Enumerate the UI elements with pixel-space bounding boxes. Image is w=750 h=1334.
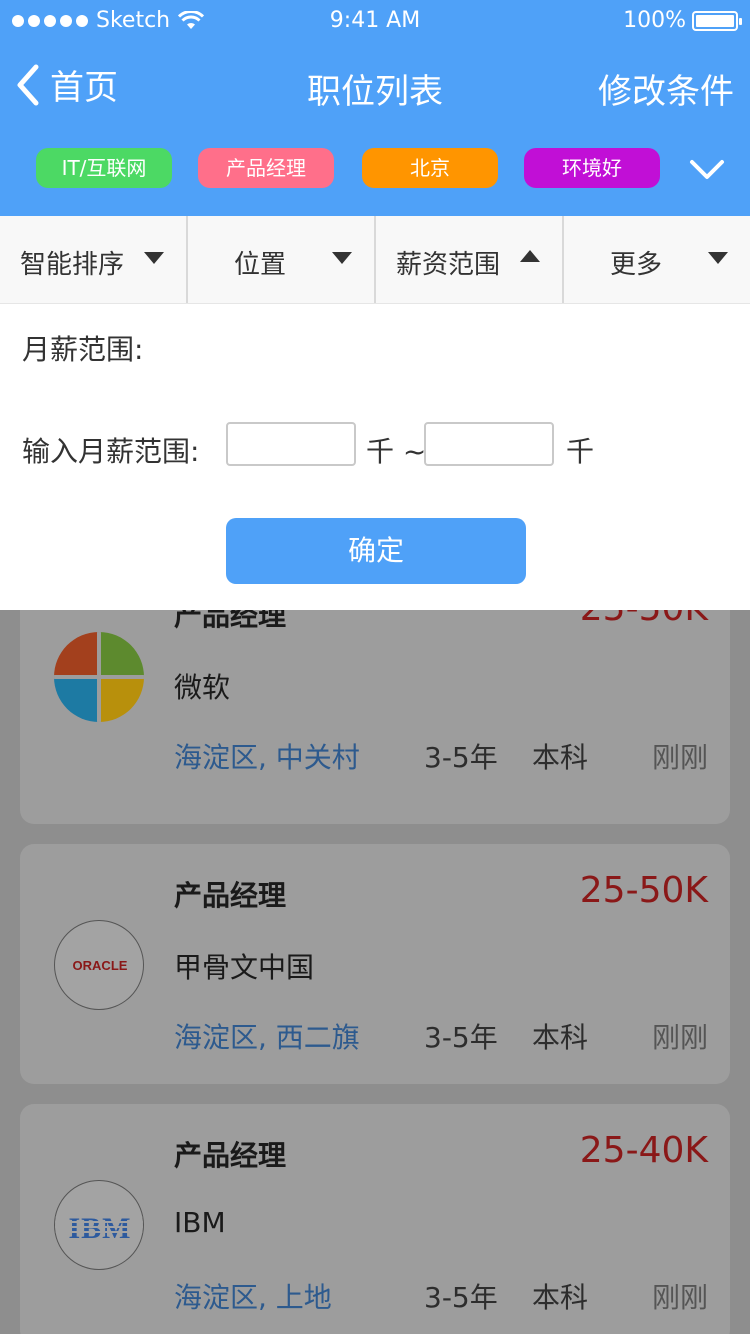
- job-card[interactable]: ORACLE 产品经理 25-50K 甲骨文中国 海淀区, 西二旗 3-5年 本…: [20, 844, 730, 1084]
- company-name: IBM: [174, 1206, 226, 1239]
- filter-label: 位置: [234, 250, 287, 280]
- job-salary: 25-50K: [580, 610, 708, 629]
- triangle-down-icon: [144, 252, 164, 264]
- tag-beijing[interactable]: 北京: [362, 148, 498, 188]
- salary-max-input[interactable]: [424, 422, 554, 466]
- job-salary: 25-50K: [579, 870, 708, 911]
- svg-text:ORACLE: ORACLE: [73, 958, 128, 973]
- status-bar: Sketch 9:41 AM 100%: [0, 0, 750, 44]
- filter-label: 薪资范围: [396, 250, 501, 280]
- triangle-up-icon: [520, 250, 540, 262]
- job-experience: 3-5年: [424, 741, 498, 774]
- job-education: 本科: [532, 1281, 589, 1314]
- ibm-logo: IBM: [54, 1180, 144, 1270]
- battery-icon: [692, 10, 742, 31]
- tag-list: IT/互联网 产品经理 北京 环境好: [0, 148, 750, 188]
- filter-label: 智能排序: [20, 250, 125, 280]
- job-experience: 3-5年: [424, 1281, 498, 1314]
- filter-smart-sort[interactable]: 智能排序: [0, 216, 188, 303]
- job-card[interactable]: 产品经理 25-50K 微软 海淀区, 中关村 3-5年 本科 刚刚: [20, 610, 730, 824]
- triangle-down-icon: [708, 252, 728, 264]
- job-list: 产品经理 25-50K 微软 海淀区, 中关村 3-5年 本科 刚刚 ORACL…: [0, 610, 750, 1334]
- filter-location[interactable]: 位置: [188, 216, 376, 303]
- filter-bar: 智能排序 位置 薪资范围 更多: [0, 216, 750, 304]
- filter-salary-range[interactable]: 薪资范围: [376, 216, 564, 303]
- tag-it-internet[interactable]: IT/互联网: [36, 148, 172, 188]
- filter-label: 更多: [610, 250, 663, 280]
- battery-info: 100%: [623, 8, 742, 33]
- company-name: 甲骨文中国: [174, 951, 315, 984]
- tag-product-manager[interactable]: 产品经理: [198, 148, 334, 188]
- job-education: 本科: [532, 1021, 589, 1054]
- job-education: 本科: [532, 741, 589, 774]
- job-posted-time: 刚刚: [651, 1281, 708, 1314]
- job-location: 海淀区, 中关村: [174, 741, 360, 774]
- company-name: 微软: [174, 671, 231, 704]
- panel-title: 月薪范围:: [22, 333, 144, 366]
- app-header: Sketch 9:41 AM 100% 首页 职位列表 修改条件 IT/互联网 …: [0, 0, 750, 216]
- chevron-down-icon[interactable]: [688, 158, 726, 182]
- job-experience: 3-5年: [424, 1021, 498, 1054]
- job-posted-time: 刚刚: [651, 741, 708, 774]
- job-title: 产品经理: [174, 879, 287, 912]
- salary-range-panel: 月薪范围: 输入月薪范围: 千 ~ 千 确定: [0, 304, 750, 610]
- filter-more[interactable]: 更多: [564, 216, 750, 303]
- range-input-label: 输入月薪范围:: [22, 435, 200, 468]
- job-title: 产品经理: [174, 1139, 287, 1172]
- job-salary: 25-40K: [579, 1130, 708, 1171]
- oracle-logo: ORACLE: [54, 920, 144, 1010]
- job-title: 产品经理: [174, 610, 287, 632]
- microsoft-logo: [54, 632, 144, 722]
- job-posted-time: 刚刚: [651, 1021, 708, 1054]
- job-location: 海淀区, 西二旗: [174, 1021, 360, 1054]
- edit-conditions-button[interactable]: 修改条件: [598, 64, 734, 113]
- unit-label-min: 千 ~: [366, 435, 427, 468]
- confirm-button[interactable]: 确定: [226, 518, 526, 584]
- job-card[interactable]: IBM 产品经理 25-40K IBM 海淀区, 上地 3-5年 本科 刚刚: [20, 1104, 730, 1334]
- job-location: 海淀区, 上地: [174, 1281, 332, 1314]
- battery-percent: 100%: [623, 8, 686, 33]
- salary-min-input[interactable]: [226, 422, 356, 466]
- tag-good-environment[interactable]: 环境好: [524, 148, 660, 188]
- nav-bar: 首页 职位列表 修改条件: [0, 50, 750, 120]
- triangle-down-icon: [332, 252, 352, 264]
- unit-label-max: 千: [566, 435, 595, 468]
